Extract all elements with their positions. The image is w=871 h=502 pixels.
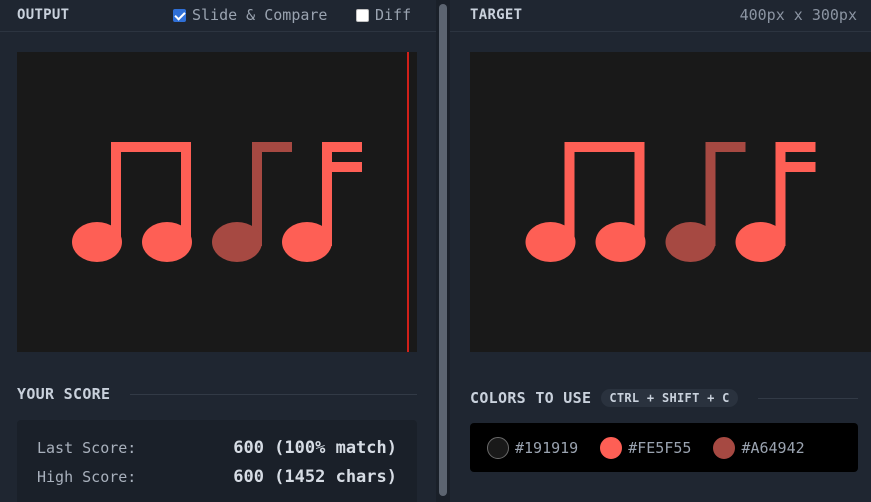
colors-header: COLORS TO USE CTRL + SHIFT + C [470,389,858,407]
divider [130,393,417,395]
colors-palette: #191919 #FE5F55 #A64942 [470,423,858,472]
output-panel: OUTPUT Slide & Compare Diff YOUR SCORE L… [0,0,436,502]
last-score-label: Last Score: [37,439,137,457]
checkbox-unchecked-icon[interactable] [356,8,369,22]
target-title: TARGET [470,7,523,23]
output-canvas[interactable] [17,52,417,352]
slide-compare-label: Slide & Compare [192,6,328,24]
scrollbar-thumb[interactable] [439,4,447,496]
music-notes-icon [470,52,871,352]
target-canvas [470,52,871,352]
color-swatch-item[interactable]: #A64942 [713,436,805,459]
score-box: Last Score: 600 (100% match) High Score:… [17,420,417,502]
divider [757,397,858,399]
target-header: TARGET 400px x 300px [450,0,871,32]
swatch-color-2[interactable] [600,436,623,459]
color-swatch-item[interactable]: #FE5F55 [600,436,691,459]
output-title: OUTPUT [17,7,70,23]
swatch-color-1[interactable] [487,436,509,459]
music-notes-icon [17,52,417,352]
panel-divider[interactable] [436,0,450,502]
color-swatch-item[interactable]: #191919 [487,436,578,459]
diff-toggle[interactable]: Diff [356,6,411,24]
slide-compare-toggle[interactable]: Slide & Compare [173,6,327,24]
compare-slider-handle[interactable] [407,52,409,352]
diff-label: Diff [375,6,412,24]
last-score-value: 600 (100% match) [233,438,397,458]
high-score-row: High Score: 600 (1452 chars) [37,467,397,487]
swatch-label-1[interactable]: #191919 [515,439,578,457]
score-header: YOUR SCORE [17,385,417,403]
colors-heading: COLORS TO USE [470,389,592,407]
output-header: OUTPUT Slide & Compare Diff [0,0,436,32]
swatch-label-2[interactable]: #FE5F55 [628,439,691,457]
target-panel: TARGET 400px x 300px COLORS TO USE CTRL … [450,0,871,502]
score-heading: YOUR SCORE [17,385,111,403]
swatch-label-3[interactable]: #A64942 [741,439,804,457]
copy-colors-shortcut: CTRL + SHIFT + C [601,389,738,407]
high-score-value: 600 (1452 chars) [233,467,397,487]
last-score-row: Last Score: 600 (100% match) [37,438,397,458]
target-dimensions: 400px x 300px [739,6,857,24]
checkbox-checked-icon[interactable] [173,8,186,22]
high-score-label: High Score: [37,468,137,486]
swatch-color-3[interactable] [713,436,736,459]
